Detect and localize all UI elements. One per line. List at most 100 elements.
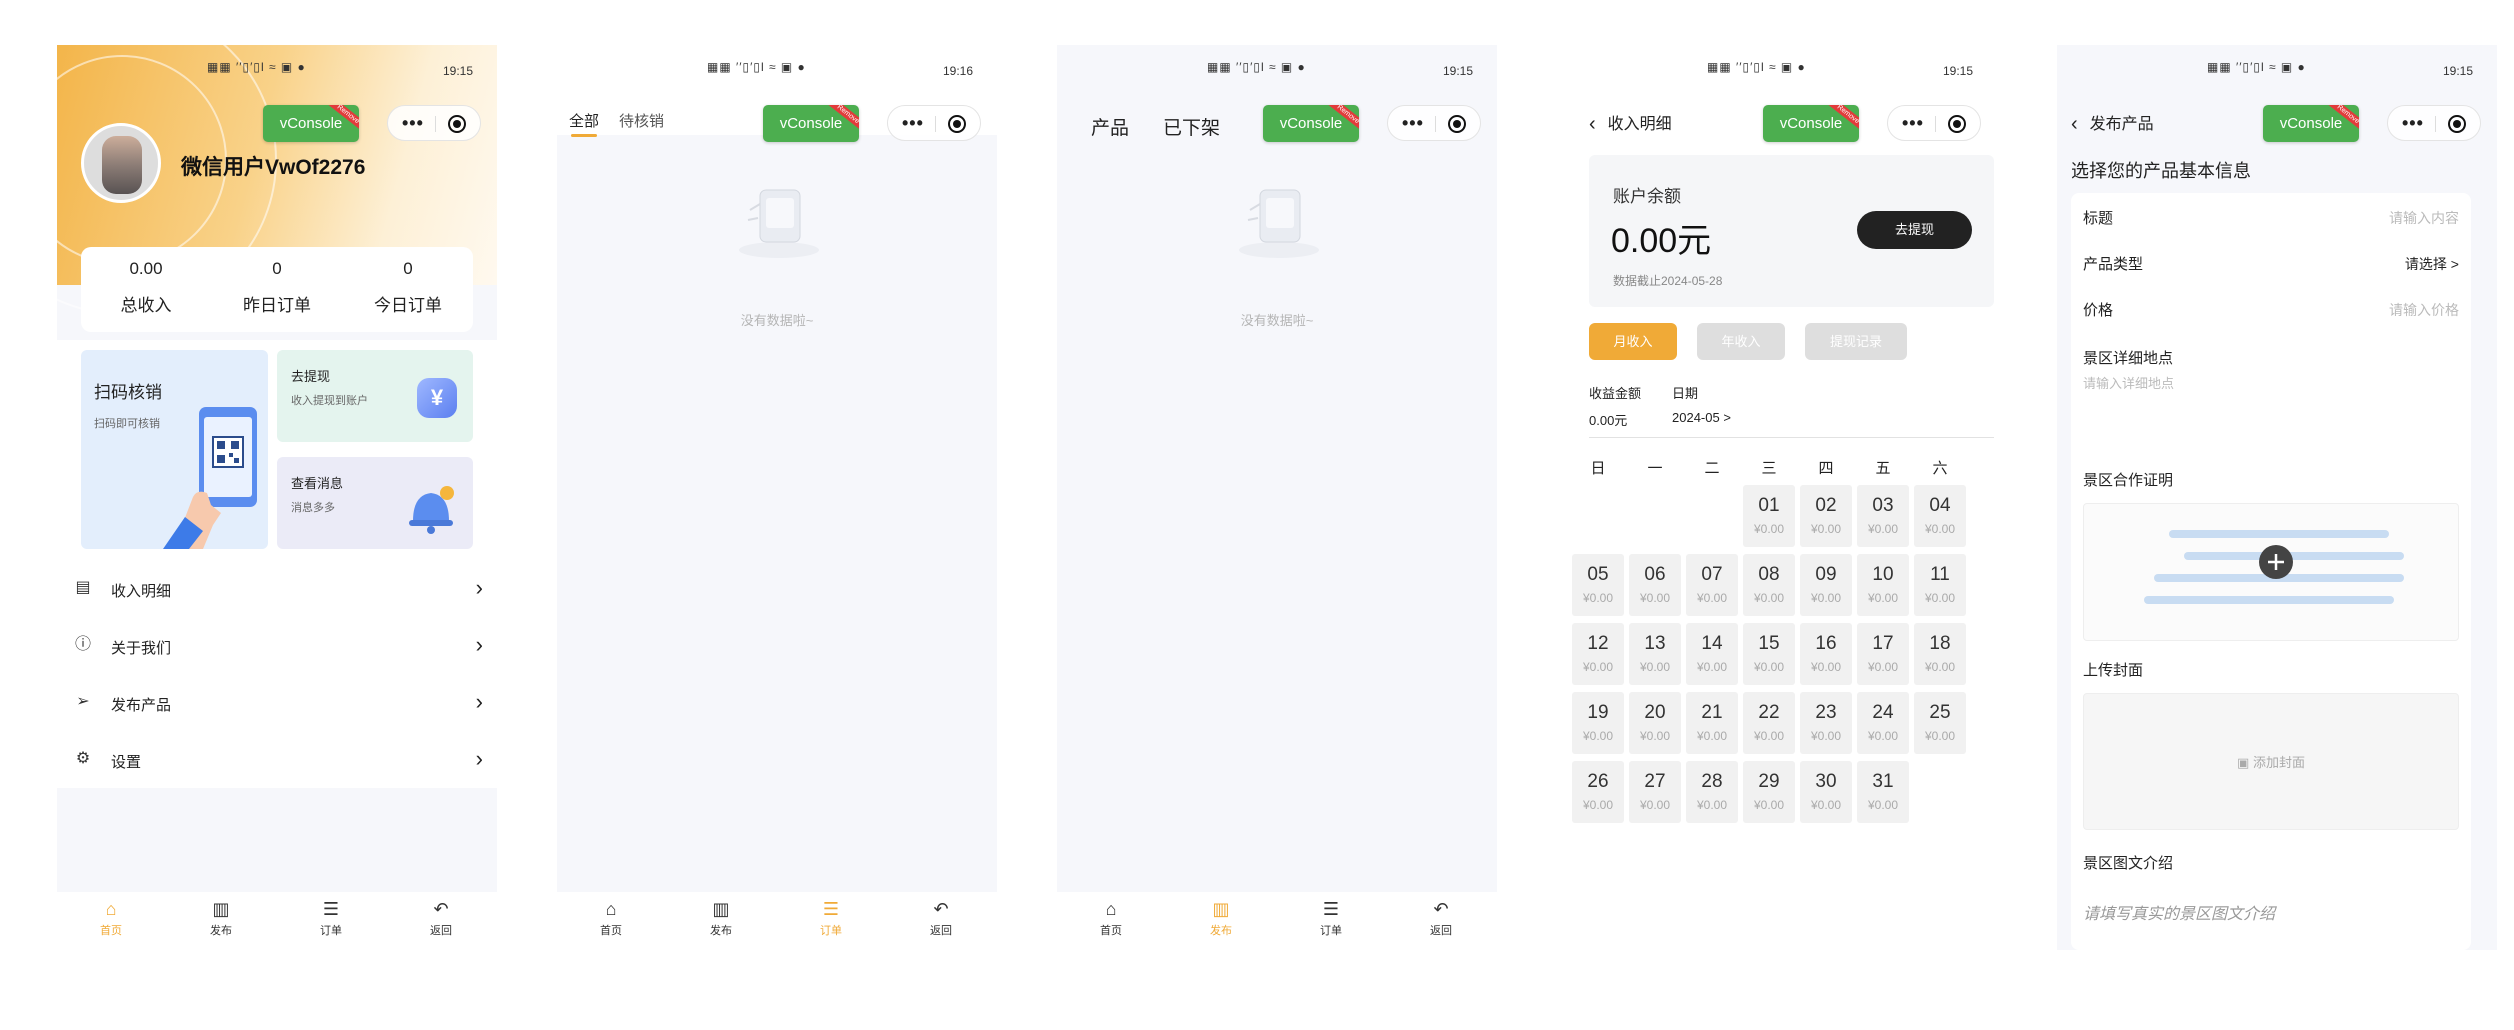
calendar-day[interactable]: 25 ¥0.00 <box>1914 692 1966 754</box>
withdraw-button[interactable]: 去提现 <box>1857 211 1972 249</box>
tab-products[interactable]: 产品 <box>1091 113 1129 142</box>
calendar-day[interactable]: 28 ¥0.00 <box>1686 761 1738 823</box>
intro-input[interactable]: 请填写真实的景区图文介绍 <box>2083 900 2275 924</box>
calendar-day[interactable]: 10 ¥0.00 <box>1857 554 1909 616</box>
menu-income-details[interactable]: ▤ 收入明细 › <box>57 560 497 617</box>
stat-total-income[interactable]: 0.00 总收入 <box>81 259 211 316</box>
seg-yearly[interactable]: 年收入 <box>1697 323 1785 360</box>
tab-back[interactable]: ↶ 返回 <box>911 898 971 938</box>
weekday-label: 一 <box>1647 460 1663 477</box>
menu-about-us[interactable]: ⓘ 关于我们 › <box>57 617 497 674</box>
tab-publish[interactable]: ▥ 发布 <box>191 898 251 938</box>
calendar-day[interactable]: 30 ¥0.00 <box>1800 761 1852 823</box>
tab-all[interactable]: 全部 <box>569 110 599 137</box>
more-icon[interactable]: ••• <box>2402 114 2424 132</box>
calendar-day[interactable]: 22 ¥0.00 <box>1743 692 1795 754</box>
miniprogram-capsule[interactable]: ••• <box>2387 105 2481 141</box>
vconsole-button[interactable]: vConsole Remove <box>263 105 359 142</box>
calendar-day[interactable]: 08 ¥0.00 <box>1743 554 1795 616</box>
more-icon[interactable]: ••• <box>1402 114 1424 132</box>
calendar-day[interactable]: 18 ¥0.00 <box>1914 623 1966 685</box>
tab-home[interactable]: ⌂ 首页 <box>81 898 141 938</box>
vconsole-button[interactable]: vConsole Remove <box>763 105 859 142</box>
tab-orders[interactable]: ☰ 订单 <box>1301 898 1361 938</box>
calendar-day[interactable]: 16 ¥0.00 <box>1800 623 1852 685</box>
calendar-day[interactable]: 19 ¥0.00 <box>1572 692 1624 754</box>
tab-orders[interactable]: ☰ 订单 <box>301 898 361 938</box>
field-title[interactable]: 标题 请输入内容 <box>2083 193 2459 239</box>
tab-back[interactable]: ↶ 返回 <box>411 898 471 938</box>
scan-verify-card[interactable]: 扫码核销 扫码即可核销 <box>81 350 268 549</box>
calendar-day[interactable]: 11 ¥0.00 <box>1914 554 1966 616</box>
calendar-day[interactable]: 04 ¥0.00 <box>1914 485 1966 547</box>
calendar-day[interactable]: 26 ¥0.00 <box>1572 761 1624 823</box>
calendar-day[interactable]: 14 ¥0.00 <box>1686 623 1738 685</box>
more-icon[interactable]: ••• <box>402 114 424 132</box>
close-target-icon[interactable] <box>448 115 466 133</box>
tab-publish[interactable]: ▥ 发布 <box>1191 898 1251 938</box>
back-icon[interactable]: ‹ <box>2071 113 2078 135</box>
miniprogram-capsule[interactable]: ••• <box>1887 105 1981 141</box>
stat-today-orders[interactable]: 0 今日订单 <box>343 259 473 316</box>
calendar-day[interactable]: 17 ¥0.00 <box>1857 623 1909 685</box>
tab-publish[interactable]: ▥ 发布 <box>691 898 751 938</box>
menu-publish-product[interactable]: ➢ 发布产品 › <box>57 674 497 731</box>
withdraw-card[interactable]: 去提现 收入提现到账户 ¥ <box>277 350 473 442</box>
document-lines-icon <box>2144 530 2404 604</box>
tab-pending-verify[interactable]: 待核销 <box>619 110 664 131</box>
avatar[interactable] <box>81 123 161 203</box>
stat-yesterday-orders[interactable]: 0 昨日订单 <box>212 259 342 316</box>
calendar-day[interactable]: 13 ¥0.00 <box>1629 623 1681 685</box>
close-target-icon[interactable] <box>2448 115 2466 133</box>
field-product-type[interactable]: 产品类型 请选择 > <box>2083 239 2459 285</box>
day-number: 28 <box>1701 771 1723 792</box>
close-target-icon[interactable] <box>1948 115 1966 133</box>
calendar-day[interactable]: 05 ¥0.00 <box>1572 554 1624 616</box>
calendar-day[interactable]: 06 ¥0.00 <box>1629 554 1681 616</box>
day-amount: ¥0.00 <box>1867 729 1899 743</box>
calendar-day[interactable]: 20 ¥0.00 <box>1629 692 1681 754</box>
field-price[interactable]: 价格 请输入价格 <box>2083 285 2459 331</box>
calendar-day[interactable]: 03 ¥0.00 <box>1857 485 1909 547</box>
tab-home[interactable]: ⌂ 首页 <box>1081 898 1141 938</box>
date-picker[interactable]: 2024-05 > <box>1672 410 1731 425</box>
calendar-day[interactable]: 02 ¥0.00 <box>1800 485 1852 547</box>
proof-upload[interactable] <box>2083 503 2459 641</box>
seg-withdraw-records[interactable]: 提现记录 <box>1805 323 1907 360</box>
cover-upload[interactable]: ▣ 添加封面 <box>2083 693 2459 830</box>
miniprogram-capsule[interactable]: ••• <box>387 105 481 141</box>
calendar-day[interactable]: 23 ¥0.00 <box>1800 692 1852 754</box>
calendar-day[interactable]: 21 ¥0.00 <box>1686 692 1738 754</box>
tab-back[interactable]: ↶ 返回 <box>1411 898 1471 938</box>
calendar-day[interactable]: 12 ¥0.00 <box>1572 623 1624 685</box>
calendar-day[interactable]: 15 ¥0.00 <box>1743 623 1795 685</box>
vconsole-button[interactable]: vConsole Remove <box>1263 105 1359 142</box>
product-form: 标题 请输入内容 产品类型 请选择 > 价格 请输入价格 景区详细地点 请输入详细地点… <box>2071 193 2471 950</box>
calendar-day[interactable]: 24 ¥0.00 <box>1857 692 1909 754</box>
nav-title[interactable]: ‹ 发布产品 <box>2071 110 2154 136</box>
more-icon[interactable]: ••• <box>1902 114 1924 132</box>
miniprogram-capsule[interactable]: ••• <box>887 105 981 141</box>
day-amount: ¥0.00 <box>1753 591 1785 605</box>
calendar-day[interactable]: 01 ¥0.00 <box>1743 485 1795 547</box>
calendar-day[interactable]: 29 ¥0.00 <box>1743 761 1795 823</box>
vconsole-button[interactable]: vConsole Remove <box>1763 105 1859 142</box>
tab-orders[interactable]: ☰ 订单 <box>801 898 861 938</box>
miniprogram-capsule[interactable]: ••• <box>1387 105 1481 141</box>
seg-monthly[interactable]: 月收入 <box>1589 323 1677 360</box>
close-target-icon[interactable] <box>948 115 966 133</box>
more-icon[interactable]: ••• <box>902 114 924 132</box>
menu-settings[interactable]: ⚙ 设置 › <box>57 731 497 788</box>
back-icon[interactable]: ‹ <box>1589 113 1596 135</box>
calendar-day[interactable]: 27 ¥0.00 <box>1629 761 1681 823</box>
messages-card[interactable]: 查看消息 消息多多 <box>277 457 473 549</box>
nav-title[interactable]: ‹ 收入明细 <box>1589 110 1672 136</box>
address-input[interactable]: 请输入详细地点 <box>2083 373 2174 392</box>
tab-delisted[interactable]: 已下架 <box>1163 113 1220 140</box>
vconsole-button[interactable]: vConsole Remove <box>2263 105 2359 142</box>
calendar-day[interactable]: 31 ¥0.00 <box>1857 761 1909 823</box>
calendar-day[interactable]: 07 ¥0.00 <box>1686 554 1738 616</box>
close-target-icon[interactable] <box>1448 115 1466 133</box>
tab-home[interactable]: ⌂ 首页 <box>581 898 641 938</box>
calendar-day[interactable]: 09 ¥0.00 <box>1800 554 1852 616</box>
